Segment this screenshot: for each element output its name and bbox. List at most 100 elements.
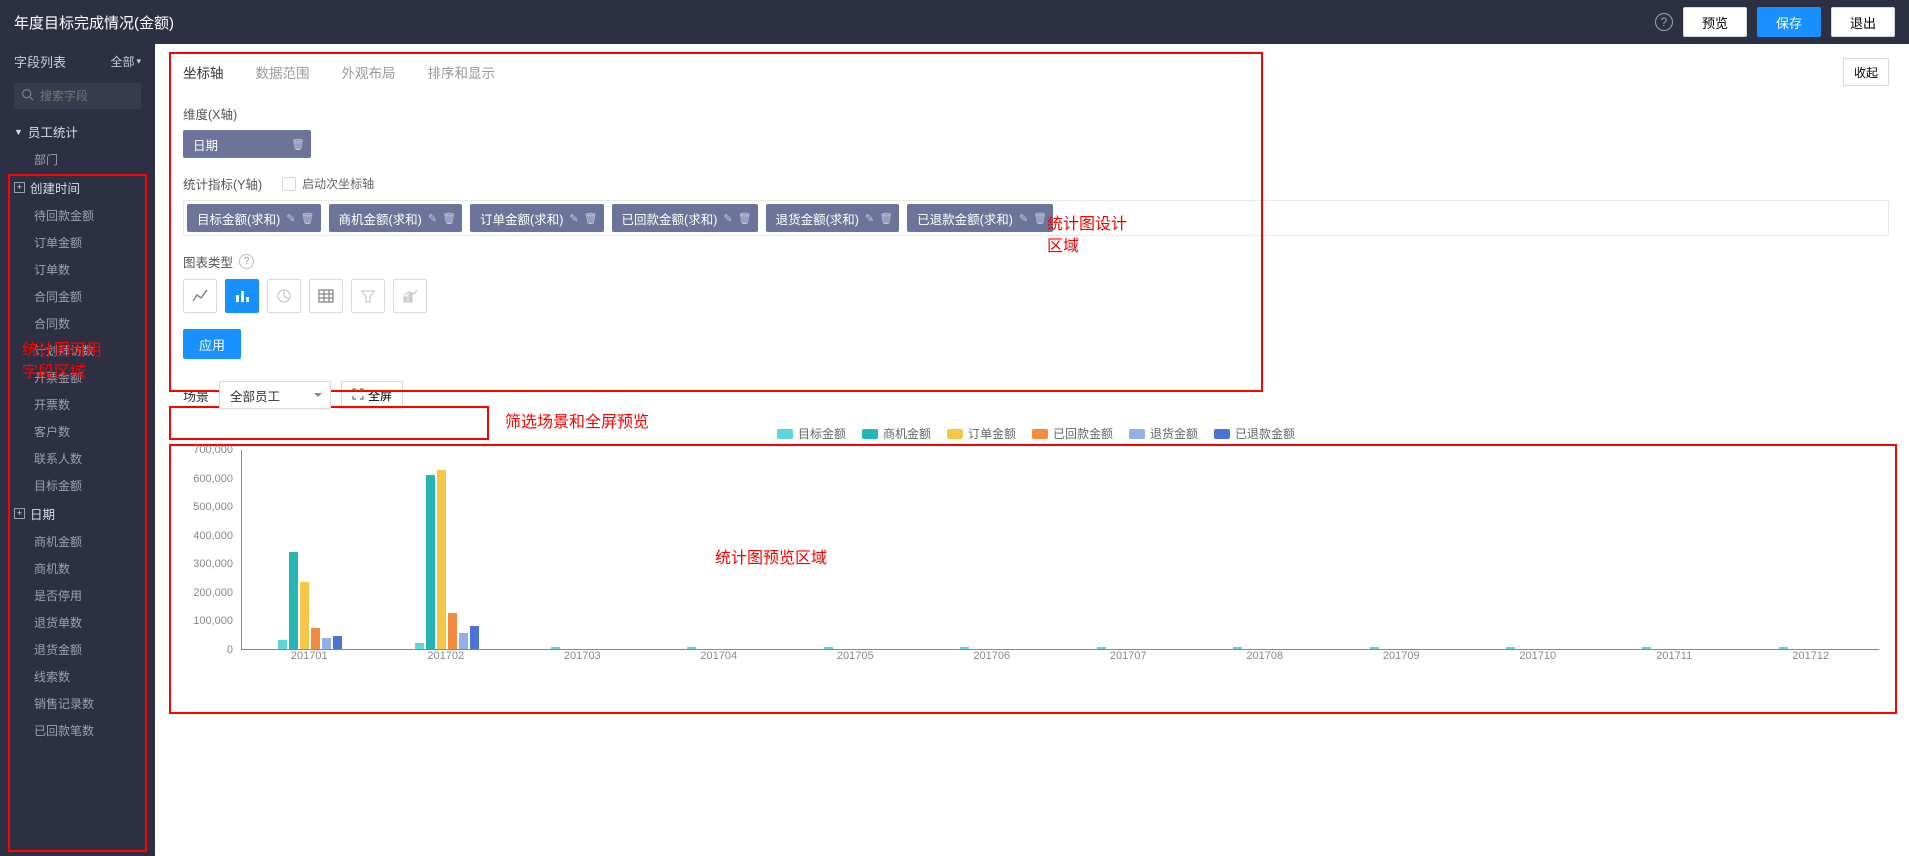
sidebar-item[interactable]: 是否停用 [0,582,155,609]
legend-item[interactable]: 目标金额 [777,425,846,442]
sidebar-item[interactable]: 合同数 [0,310,155,337]
dimension-label: 维度(X轴) [183,104,1889,123]
content: 统计图设计 区域 坐标轴 数据范围 外观布局 排序和显示 收起 维度(X轴) 日… [155,44,1909,856]
sidebar-item[interactable]: 联系人数 [0,445,155,472]
legend-item[interactable]: 已回款金额 [1032,425,1113,442]
bar [289,552,298,649]
sidebar-item[interactable]: 退货金额 [0,636,155,663]
delete-icon[interactable]: 🗑 [442,212,456,225]
tab-axis[interactable]: 坐标轴 [183,56,224,88]
metric-chips: 目标金额(求和)✎🗑商机金额(求和)✎🗑订单金额(求和)✎🗑已回款金额(求和)✎… [183,200,1889,236]
sidebar-item[interactable]: 部门 [0,146,155,173]
tab-sort[interactable]: 排序和显示 [428,56,496,88]
y-tick: 200,000 [193,587,233,599]
edit-icon[interactable]: ✎ [428,212,437,225]
scene-label: 场景 [183,386,209,405]
dimension-chip-date[interactable]: 日期 🗑 [183,130,311,158]
edit-icon[interactable]: ✎ [865,212,874,225]
sidebar-item[interactable]: 计划拜访数 [0,337,155,364]
collapse-button[interactable]: 收起 [1843,58,1889,86]
bar-group [415,470,479,649]
bar [470,626,479,649]
bar [1233,647,1242,649]
bar [278,640,287,649]
metric-chip[interactable]: 退货金额(求和)✎🗑 [766,204,900,232]
tab-layout[interactable]: 外观布局 [342,56,396,88]
help-icon[interactable]: ? [239,254,254,269]
legend-item[interactable]: 订单金额 [947,425,1016,442]
delete-icon[interactable]: 🗑 [879,212,893,225]
x-tick: 201708 [1197,650,1334,668]
scene-select[interactable]: 全部员工 [219,381,331,409]
bar [333,636,342,649]
chart-type-funnel[interactable] [351,279,385,313]
bar [687,647,696,649]
sidebar-item[interactable]: 客户数 [0,418,155,445]
metric-chip[interactable]: 已回款金额(求和)✎🗑 [612,204,758,232]
metric-chip[interactable]: 目标金额(求和)✎🗑 [187,204,321,232]
sidebar-group-time[interactable]: +创建时间 [0,173,155,202]
main: 字段列表 全部 ▾ ▼员工统计 部门 +创建时间 待回款金额订单金额订单数合同金… [0,44,1909,856]
sidebar-item[interactable]: 已回款笔数 [0,717,155,744]
legend-swatch [1129,429,1145,439]
chart-type-combo[interactable] [393,279,427,313]
delete-icon[interactable]: 🗑 [291,138,305,151]
edit-icon[interactable]: ✎ [1019,212,1028,225]
chart-type-table[interactable] [309,279,343,313]
edit-icon[interactable]: ✎ [569,212,578,225]
sidebar-item[interactable]: 退货单数 [0,609,155,636]
sidebar-item[interactable]: 订单金额 [0,229,155,256]
sidebar-filter-all[interactable]: 全部 ▾ [110,53,141,70]
edit-icon[interactable]: ✎ [723,212,732,225]
save-button[interactable]: 保存 [1757,7,1821,37]
delete-icon[interactable]: 🗑 [738,212,752,225]
preview-button[interactable]: 预览 [1683,7,1747,37]
chart-type-bar[interactable] [225,279,259,313]
y-axis: 0100,000200,000300,000400,000500,000600,… [183,450,239,650]
legend-item[interactable]: 已退款金额 [1214,425,1295,442]
sidebar-item[interactable]: 商机金额 [0,528,155,555]
bar [824,647,833,649]
help-icon[interactable]: ? [1655,13,1673,31]
exit-button[interactable]: 退出 [1831,7,1895,37]
secondary-axis-checkbox[interactable] [282,177,296,191]
apply-button[interactable]: 应用 [183,329,241,359]
sidebar-item[interactable]: 订单数 [0,256,155,283]
chart-type-line[interactable] [183,279,217,313]
sidebar-item[interactable]: 合同金额 [0,283,155,310]
chart-legend: 目标金额商机金额订单金额已回款金额退货金额已退款金额 [183,425,1889,442]
app-header: 年度目标完成情况(金额) ? 预览 保存 退出 [0,0,1909,44]
bar [1506,647,1515,649]
edit-icon[interactable]: ✎ [286,212,295,225]
delete-icon[interactable]: 🗑 [301,212,315,225]
sidebar-item[interactable]: 销售记录数 [0,690,155,717]
chart-type-pie[interactable] [267,279,301,313]
metric-chip[interactable]: 订单金额(求和)✎🗑 [470,204,604,232]
tab-range[interactable]: 数据范围 [256,56,310,88]
y-tick: 700,000 [193,444,233,456]
x-tick: 201707 [1060,650,1197,668]
sidebar-item[interactable]: 目标金额 [0,472,155,499]
sidebar-item[interactable]: 开票数 [0,391,155,418]
sidebar-item[interactable]: 开票金额 [0,364,155,391]
legend-item[interactable]: 商机金额 [862,425,931,442]
x-tick: 201701 [241,650,378,668]
delete-icon[interactable]: 🗑 [584,212,598,225]
plus-icon: + [14,508,25,519]
bar [415,643,424,649]
sidebar-item[interactable]: 待回款金额 [0,202,155,229]
fullscreen-button[interactable]: 全屏 [341,381,403,409]
scene-row: 场景 全部员工 全屏 [183,381,1889,409]
x-axis: 2017012017022017032017042017052017062017… [241,650,1879,668]
sidebar-item[interactable]: 商机数 [0,555,155,582]
bar-group [278,552,342,649]
metric-chip[interactable]: 已退款金额(求和)✎🗑 [907,204,1053,232]
sidebar-group-stat[interactable]: ▼员工统计 [0,117,155,146]
sidebar-group-date[interactable]: +日期 [0,499,155,528]
sidebar-item[interactable]: 线索数 [0,663,155,690]
y-tick: 500,000 [193,501,233,513]
delete-icon[interactable]: 🗑 [1033,212,1047,225]
bar-group [551,647,615,649]
legend-item[interactable]: 退货金额 [1129,425,1198,442]
metric-chip[interactable]: 商机金额(求和)✎🗑 [329,204,463,232]
